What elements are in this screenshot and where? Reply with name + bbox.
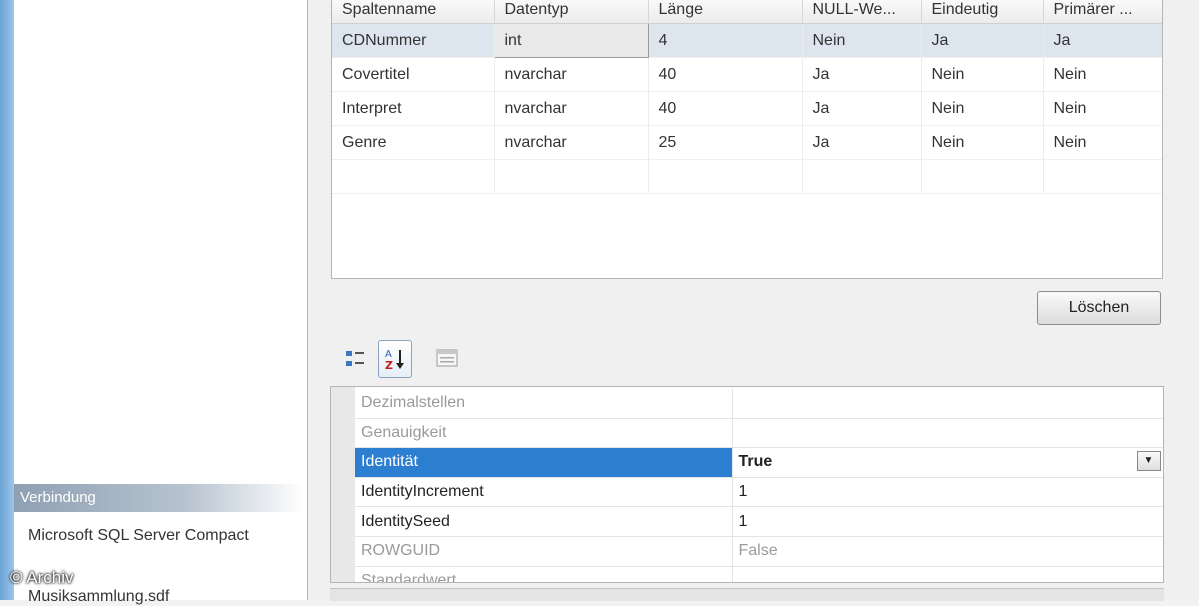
grid-cell[interactable]: Ja xyxy=(921,23,1044,58)
property-grid[interactable]: Dezimalstellen Genauigkeit Identität Tru… xyxy=(330,386,1164,583)
grid-cell[interactable] xyxy=(1043,159,1162,194)
grid-header-row: Spaltenname Datentyp Länge NULL-We... Ei… xyxy=(332,0,1162,24)
property-grid-gutter xyxy=(331,387,355,582)
property-pages-icon[interactable] xyxy=(430,340,464,378)
grid-cell[interactable] xyxy=(921,159,1044,194)
table-row[interactable]: Genre nvarchar 25 Ja Nein Nein xyxy=(332,125,1162,160)
grid-cell[interactable]: nvarchar xyxy=(494,91,649,126)
col-header-name[interactable]: Spaltenname xyxy=(332,0,495,24)
grid-cell[interactable]: nvarchar xyxy=(494,57,649,92)
property-row-selected[interactable]: Identität True ▼ xyxy=(355,447,1163,478)
grid-cell[interactable]: Ja xyxy=(802,125,922,160)
grid-cell[interactable] xyxy=(648,159,803,194)
grid-cell[interactable]: Interpret xyxy=(332,91,495,126)
delete-button[interactable]: Löschen xyxy=(1037,291,1161,325)
property-value-dropdown[interactable]: True ▼ xyxy=(732,447,1163,478)
description-panel xyxy=(330,588,1164,601)
grid-cell[interactable]: 25 xyxy=(648,125,803,160)
dropdown-arrow-icon[interactable]: ▼ xyxy=(1136,451,1161,472)
copyright-watermark: © Archiv xyxy=(10,568,74,587)
properties-toolbar: A Z xyxy=(338,338,538,382)
property-row[interactable]: IdentityIncrement 1 xyxy=(355,477,1163,508)
grid-cell[interactable]: CDNummer xyxy=(332,23,495,58)
property-row[interactable]: ROWGUID False xyxy=(355,536,1163,567)
grid-cell[interactable]: Nein xyxy=(1043,91,1162,126)
col-header-primary[interactable]: Primärer ... xyxy=(1043,0,1162,24)
property-name: IdentitySeed xyxy=(355,506,733,537)
database-file: Musiksammlung.sdf xyxy=(28,588,170,605)
grid-cell[interactable]: Nein xyxy=(1043,125,1162,160)
col-header-unique[interactable]: Eindeutig xyxy=(921,0,1044,24)
connection-type: Microsoft SQL Server Compact xyxy=(28,527,249,544)
property-row[interactable]: Genauigkeit xyxy=(355,418,1163,449)
main-panel: Spaltenname Datentyp Länge NULL-We... Ei… xyxy=(308,0,1199,601)
property-value[interactable]: False xyxy=(732,536,1163,567)
table-row-empty[interactable] xyxy=(332,159,1162,194)
grid-cell[interactable] xyxy=(802,159,922,194)
property-name: IdentityIncrement xyxy=(355,477,733,508)
grid-cell[interactable]: Genre xyxy=(332,125,495,160)
section-header-connection: Verbindung xyxy=(14,484,304,512)
property-value[interactable] xyxy=(732,389,1163,419)
property-row[interactable]: IdentitySeed 1 xyxy=(355,506,1163,537)
grid-cell[interactable]: nvarchar xyxy=(494,125,649,160)
table-row[interactable]: CDNummer int 4 Nein Ja Ja xyxy=(332,23,1162,58)
col-header-datatype[interactable]: Datentyp xyxy=(494,0,649,24)
grid-cell[interactable]: Ja xyxy=(802,57,922,92)
table-row[interactable]: Interpret nvarchar 40 Ja Nein Nein xyxy=(332,91,1162,126)
table-row[interactable]: Covertitel nvarchar 40 Ja Nein Nein xyxy=(332,57,1162,92)
categorized-icon[interactable] xyxy=(338,340,372,378)
grid-cell[interactable] xyxy=(494,159,649,194)
property-row[interactable]: Dezimalstellen xyxy=(355,389,1163,419)
property-row[interactable]: Standardwert xyxy=(355,566,1163,582)
svg-text:Z: Z xyxy=(385,359,393,372)
grid-cell[interactable]: Nein xyxy=(921,57,1044,92)
property-name: Genauigkeit xyxy=(355,418,733,449)
grid-cell[interactable]: 4 xyxy=(648,23,803,58)
property-name: Dezimalstellen xyxy=(355,389,733,419)
property-value[interactable] xyxy=(732,418,1163,449)
grid-cell[interactable]: Nein xyxy=(921,125,1044,160)
grid-cell[interactable]: 40 xyxy=(648,91,803,126)
property-name: Identität xyxy=(355,447,733,478)
property-value[interactable] xyxy=(732,566,1163,582)
property-name: ROWGUID xyxy=(355,536,733,567)
grid-cell[interactable]: Ja xyxy=(1043,23,1162,58)
property-value[interactable]: 1 xyxy=(732,477,1163,508)
left-panel: Verbindung Microsoft SQL Server Compact … xyxy=(14,0,308,605)
window-border xyxy=(0,0,14,600)
grid-cell[interactable]: Ja xyxy=(802,91,922,126)
grid-cell[interactable] xyxy=(332,159,495,194)
sort-alphabetical-icon[interactable]: A Z xyxy=(378,340,412,378)
grid-cell[interactable]: Nein xyxy=(921,91,1044,126)
col-header-length[interactable]: Länge xyxy=(648,0,803,24)
property-value[interactable]: 1 xyxy=(732,506,1163,537)
datatype-cell-editing[interactable]: int xyxy=(493,23,649,58)
property-value: True xyxy=(738,453,773,471)
grid-cell[interactable]: Nein xyxy=(802,23,922,58)
col-header-null[interactable]: NULL-We... xyxy=(802,0,922,24)
grid-cell[interactable]: 40 xyxy=(648,57,803,92)
grid-cell[interactable]: Nein xyxy=(1043,57,1162,92)
property-name: Standardwert xyxy=(355,566,733,582)
columns-grid[interactable]: Spaltenname Datentyp Länge NULL-We... Ei… xyxy=(331,0,1163,279)
grid-cell[interactable]: Covertitel xyxy=(332,57,495,92)
